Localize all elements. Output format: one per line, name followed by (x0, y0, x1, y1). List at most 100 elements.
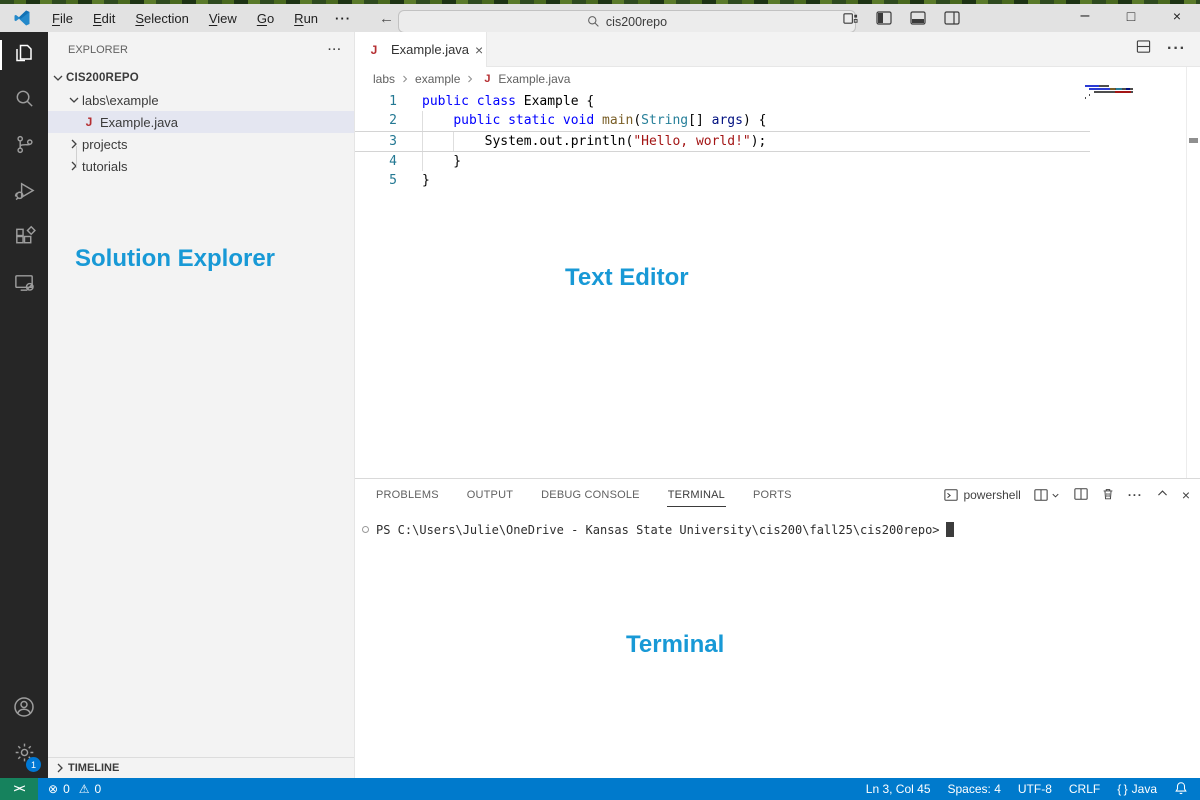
menu-run[interactable]: Run (285, 8, 327, 29)
new-terminal-icon (1034, 489, 1048, 501)
panel-tab-terminal[interactable]: TERMINAL (666, 484, 726, 507)
explorer-actions-icon[interactable]: ··· (328, 44, 342, 56)
code-line-4[interactable]: 4 } (355, 151, 1090, 172)
code-text: System.out.println("Hello, world!"); (422, 131, 1090, 151)
terminal-content[interactable]: PS C:\Users\Julie\OneDrive - Kansas Stat… (362, 522, 1200, 537)
breadcrumb-item[interactable]: example (415, 72, 460, 86)
warning-count: 0 (94, 782, 102, 796)
toggle-sidebar-icon[interactable] (876, 10, 892, 26)
tree-item-folder[interactable]: labs\example (48, 89, 354, 111)
command-decoration-icon (362, 526, 369, 533)
maximize-button[interactable]: □ (1108, 0, 1154, 32)
annotation-text-editor: Text Editor (565, 264, 689, 291)
line-number: 4 (389, 153, 397, 169)
settings-badge: 1 (26, 757, 41, 772)
panel-tab-ports[interactable]: PORTS (752, 484, 793, 506)
vscode-logo-icon (13, 9, 31, 27)
timeline-label: TIMELINE (68, 762, 120, 774)
sidebar-item-run-debug[interactable] (0, 170, 48, 216)
command-center-search[interactable]: cis200repo (398, 10, 856, 33)
settings-button[interactable]: 1 (0, 732, 48, 778)
panel-tab-problems[interactable]: PROBLEMS (375, 484, 440, 506)
maximize-panel-icon[interactable] (1156, 487, 1169, 503)
code-text: public class Example { (422, 94, 595, 109)
error-count: 0 (63, 782, 70, 796)
account-button[interactable] (0, 686, 48, 732)
terminal-cursor (945, 522, 954, 537)
tree-item-label: Example.java (100, 114, 179, 130)
more-actions-icon[interactable]: ··· (1167, 40, 1186, 58)
menu-view[interactable]: View (200, 8, 246, 29)
code-rows[interactable]: 1 public class Example {2 public static v… (355, 90, 1090, 190)
sidebar-item-source-control[interactable] (0, 124, 48, 170)
panel-more-actions-icon[interactable]: ··· (1128, 488, 1143, 502)
editor-scrollbar[interactable] (1186, 67, 1200, 478)
menu-go[interactable]: Go (248, 8, 283, 29)
close-panel-icon[interactable]: × (1182, 487, 1190, 503)
indentation[interactable]: Spaces: 4 (948, 782, 1001, 796)
code-line-1[interactable]: 1 public class Example { (355, 92, 1090, 111)
chevron-right-icon (468, 75, 473, 82)
bottom-panel: PROBLEMS OUTPUT DEBUG CONSOLE TERMINAL PORTS… (355, 478, 1200, 778)
toggle-secondary-sidebar-icon[interactable] (944, 10, 960, 26)
sidebar-item-remote-explorer[interactable] (0, 262, 48, 308)
terminal-instance[interactable]: powershell (944, 488, 1021, 502)
back-arrow-icon[interactable]: ← (379, 10, 394, 27)
workbench-main: 1 EXPLORER ··· CIS200REPO labs\example J… (0, 32, 1200, 778)
tab-example-java[interactable]: J Example.java × (355, 32, 487, 67)
encoding[interactable]: UTF-8 (1018, 782, 1052, 796)
code-line-3[interactable]: 3 System.out.println("Hello, world!"); (355, 130, 1090, 152)
split-terminal-icon[interactable] (1074, 487, 1088, 504)
line-number: 5 (389, 173, 397, 189)
cursor-position[interactable]: Ln 3, Col 45 (866, 782, 931, 796)
tree-item-tutorials[interactable]: tutorials (48, 155, 354, 177)
panel-tab-output[interactable]: OUTPUT (466, 484, 514, 506)
remote-explorer-icon (13, 271, 36, 299)
timeline-section[interactable]: TIMELINE (48, 757, 354, 778)
panel-tabs: PROBLEMS OUTPUT DEBUG CONSOLE TERMINAL PORTS (375, 484, 819, 507)
split-editor-icon[interactable] (1136, 39, 1151, 59)
tree-item-label: tutorials (82, 158, 128, 174)
chevron-right-icon (403, 75, 408, 82)
java-file-icon: J (85, 115, 93, 129)
new-terminal-button[interactable] (1034, 488, 1061, 502)
tree-item-root[interactable]: CIS200REPO (48, 67, 354, 89)
notifications-bell-icon[interactable] (1174, 781, 1188, 798)
sidebar-item-extensions[interactable] (0, 216, 48, 262)
line-number: 3 (389, 133, 397, 149)
minimap[interactable] (1085, 85, 1145, 100)
close-button[interactable]: × (1154, 0, 1200, 32)
breadcrumb-item[interactable]: labs (373, 72, 395, 86)
breadcrumb[interactable]: labs example J Example.java (355, 67, 1200, 90)
status-right: Ln 3, Col 45 Spaces: 4 UTF-8 CRLF { } Ja… (866, 781, 1200, 798)
source-control-icon (13, 133, 36, 161)
tree-item-file-selected[interactable]: J Example.java (48, 111, 354, 133)
vscode-window: FileEditSelectionViewGoRun ··· ← → cis20… (0, 0, 1200, 800)
menu-file[interactable]: File (43, 8, 82, 29)
account-icon (12, 695, 36, 724)
breadcrumb-item[interactable]: Example.java (498, 72, 570, 86)
java-file-icon: J (484, 72, 491, 85)
kill-terminal-icon[interactable] (1101, 487, 1115, 504)
panel-tab-debug-console[interactable]: DEBUG CONSOLE (540, 484, 641, 506)
tree-item-projects[interactable]: projects (48, 133, 354, 155)
window-controls: – □ × (1062, 0, 1200, 32)
minimize-button[interactable]: – (1062, 0, 1108, 32)
tree-item-label: projects (82, 136, 128, 152)
chevron-right-icon (66, 158, 82, 174)
remote-indicator[interactable]: >< (0, 778, 38, 800)
eol-sequence[interactable]: CRLF (1069, 782, 1100, 796)
close-tab-icon[interactable]: × (475, 42, 483, 58)
code-line-2[interactable]: 2 public static void main(String[] args)… (355, 111, 1090, 131)
language-mode[interactable]: { } Java (1117, 782, 1157, 796)
problems-status[interactable]: ⊗ 0 ⚠ 0 (38, 782, 101, 796)
toggle-panel-icon[interactable] (910, 10, 926, 26)
sidebar-item-search[interactable] (0, 78, 48, 124)
menu-selection[interactable]: Selection (126, 8, 197, 29)
code-line-5[interactable]: 5} (355, 171, 1090, 190)
sidebar-item-explorer[interactable] (0, 32, 48, 78)
search-icon (588, 16, 599, 27)
menu-edit[interactable]: Edit (84, 8, 124, 29)
customize-layout-icon[interactable] (843, 11, 858, 26)
menu-overflow-icon[interactable]: ··· (327, 11, 359, 26)
